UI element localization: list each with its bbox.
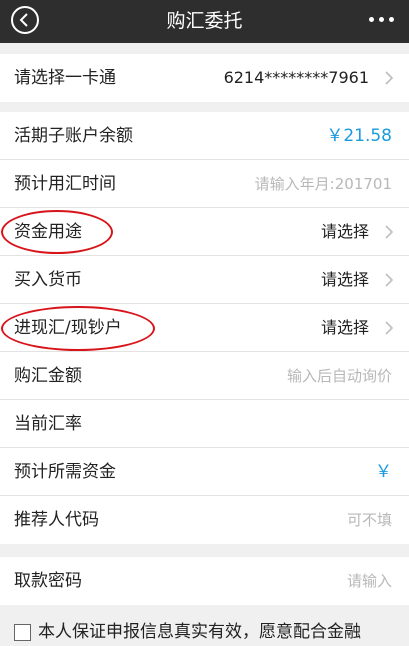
amount-label: 购汇金额 — [14, 366, 82, 386]
referrer-code-label: 推荐人代码 — [14, 510, 99, 530]
chevron-right-icon — [385, 71, 394, 85]
balance-value: ￥21.58 — [326, 126, 392, 146]
fund-purpose-select[interactable]: 请选择 — [321, 208, 369, 256]
more-button[interactable] — [369, 17, 395, 25]
usage-time-row[interactable]: 预计用汇时间 请输入年月:201701 — [0, 160, 409, 208]
balance-row: 活期子账户余额 ￥21.58 — [0, 112, 409, 160]
card-select-label: 请选择一卡通 — [14, 68, 116, 88]
account-type-select[interactable]: 请选择 — [321, 304, 369, 352]
password-row[interactable]: 取款密码 请输入 — [0, 557, 409, 605]
referrer-code-input[interactable]: 可不填 — [347, 496, 392, 544]
usage-time-label: 预计用汇时间 — [14, 174, 116, 194]
currency-select[interactable]: 请选择 — [321, 256, 369, 304]
card-number-value: 6214********7961 — [223, 68, 369, 87]
required-funds-row: 预计所需资金 ￥ — [0, 448, 409, 496]
chevron-right-icon — [385, 225, 394, 239]
page-title: 购汇委托 — [166, 10, 243, 32]
chevron-right-icon — [385, 273, 394, 287]
currency-row[interactable]: 买入货币 请选择 — [0, 256, 409, 304]
account-type-row[interactable]: 进现汇/现钞户 请选择 — [0, 304, 409, 352]
chevron-right-icon — [385, 321, 394, 335]
exchange-rate-label: 当前汇率 — [14, 414, 82, 434]
card-select-row[interactable]: 请选择一卡通 6214********7961 — [0, 54, 409, 102]
back-button[interactable] — [11, 6, 39, 34]
fund-purpose-row[interactable]: 资金用途 请选择 — [0, 208, 409, 256]
currency-label: 买入货币 — [14, 270, 82, 290]
back-icon — [19, 13, 28, 27]
usage-time-input[interactable]: 请输入年月:201701 — [255, 160, 392, 208]
password-input[interactable]: 请输入 — [347, 557, 392, 605]
agreement-checkbox[interactable] — [14, 624, 31, 641]
password-label: 取款密码 — [14, 571, 82, 591]
more-icon — [369, 17, 374, 22]
fund-purpose-label: 资金用途 — [14, 222, 82, 242]
amount-input[interactable]: 输入后自动询价 — [287, 352, 392, 400]
agreement-text: 本人保证申报信息真实有效，愿意配合金融 — [38, 622, 361, 642]
referrer-code-row[interactable]: 推荐人代码 可不填 — [0, 496, 409, 544]
required-funds-label: 预计所需资金 — [14, 462, 116, 482]
balance-label: 活期子账户余额 — [14, 126, 133, 146]
amount-row[interactable]: 购汇金额 输入后自动询价 — [0, 352, 409, 400]
account-type-label: 进现汇/现钞户 — [14, 318, 122, 338]
required-funds-value: ￥ — [375, 462, 392, 482]
exchange-rate-row: 当前汇率 — [0, 400, 409, 448]
header-bar: 购汇委托 — [0, 0, 409, 43]
